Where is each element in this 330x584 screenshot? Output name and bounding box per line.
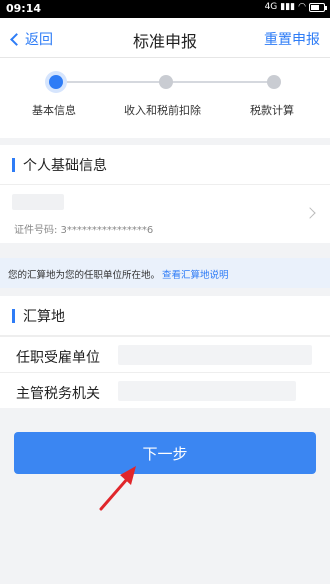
network-type-label: 4G xyxy=(264,2,278,12)
section-marker xyxy=(12,157,15,172)
wifi-icon: ◠ xyxy=(298,2,306,12)
progress-stepper: 基本信息 收入和税前扣除 税款计算 xyxy=(0,58,330,138)
tax-authority-field[interactable]: 主管税务机关 xyxy=(0,372,330,408)
name-placeholder xyxy=(12,194,64,210)
step-label-basic-info: 基本信息 xyxy=(32,104,76,117)
step-label-tax: 税款计算 xyxy=(250,104,294,117)
status-time: 09:14 xyxy=(6,2,42,15)
notice-text: 您的汇算地为您的任职单位所在地。 xyxy=(8,270,161,281)
signal-icon: ▮▮▮ xyxy=(280,2,296,12)
chevron-right-icon xyxy=(304,207,316,219)
settlement-header: 汇算地 xyxy=(0,296,330,336)
step-label-income: 收入和税前扣除 xyxy=(124,104,201,117)
tax-authority-value xyxy=(118,381,296,401)
personal-info-section: 个人基础信息 证件号码: 3****************6 xyxy=(0,145,330,243)
section-marker xyxy=(12,308,15,323)
section-title: 个人基础信息 xyxy=(23,157,107,174)
id-row[interactable]: 证件号码: 3****************6 xyxy=(0,185,330,243)
view-settlement-link[interactable]: 查看汇算地说明 xyxy=(162,270,229,281)
step-dot-income xyxy=(159,75,173,89)
tax-authority-label: 主管税务机关 xyxy=(16,386,100,402)
reset-button[interactable]: 重置申报 xyxy=(264,29,320,49)
nav-bar: 返回 标准申报 重置申报 xyxy=(0,18,330,58)
next-step-button[interactable]: 下一步 xyxy=(14,432,316,474)
employer-value xyxy=(118,345,312,365)
battery-icon xyxy=(309,2,327,12)
employer-label: 任职受雇单位 xyxy=(16,350,100,366)
settlement-section: 汇算地 任职受雇单位 主管税务机关 xyxy=(0,296,330,408)
notice-bar: 您的汇算地为您的任职单位所在地。 查看汇算地说明 xyxy=(0,258,330,288)
section-title: 汇算地 xyxy=(23,308,65,325)
step-dot-basic-info xyxy=(49,75,63,89)
step-dot-tax xyxy=(267,75,281,89)
id-number: 证件号码: 3****************6 xyxy=(14,225,154,236)
status-icons: 4G ▮▮▮ ◠ xyxy=(264,2,327,12)
personal-info-header: 个人基础信息 xyxy=(0,145,330,185)
status-bar: 09:14 4G ▮▮▮ ◠ xyxy=(0,0,330,18)
employer-field[interactable]: 任职受雇单位 xyxy=(0,336,330,372)
